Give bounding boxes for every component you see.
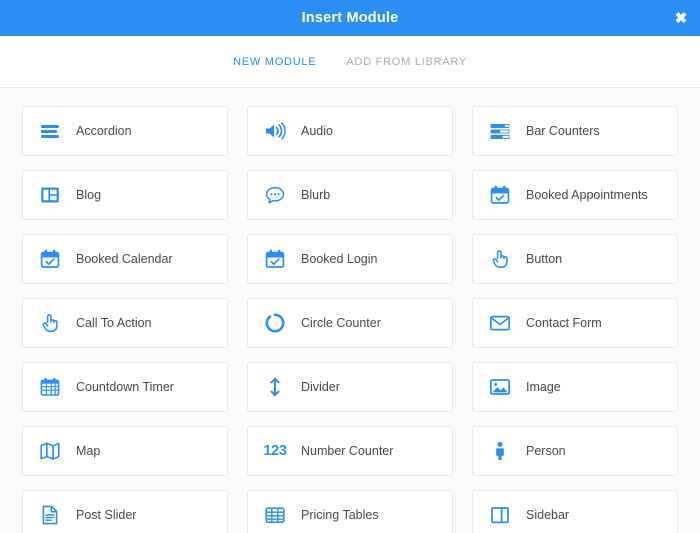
module-card[interactable]: Sidebar — [472, 490, 678, 533]
circle-counter-icon — [262, 310, 288, 336]
module-label: Countdown Timer — [76, 380, 174, 394]
module-card[interactable]: Countdown Timer — [22, 362, 228, 412]
map-icon — [37, 438, 63, 464]
document-icon — [37, 502, 63, 528]
person-icon — [487, 438, 513, 464]
module-list-panel: Accordion Audio Bar Counters Blog Blurb Booke… — [0, 88, 700, 533]
tab-new-module[interactable]: New Module — [231, 52, 318, 72]
calendar-check-icon — [487, 182, 513, 208]
blog-icon — [37, 182, 63, 208]
image-icon — [487, 374, 513, 400]
module-card[interactable]: Blurb — [247, 170, 453, 220]
module-card[interactable]: Pricing Tables — [247, 490, 453, 533]
module-label: Sidebar — [526, 508, 570, 522]
vertical-arrow-icon — [262, 374, 288, 400]
module-card[interactable]: Circle Counter — [247, 298, 453, 348]
module-card[interactable]: Contact Form — [472, 298, 678, 348]
module-label: Booked Login — [301, 252, 378, 266]
close-icon[interactable]: ✖ — [671, 8, 691, 28]
module-card[interactable]: Button — [472, 234, 678, 284]
dialog-title: Insert Module — [301, 10, 399, 26]
module-label: Pricing Tables — [301, 508, 379, 522]
module-label: Booked Appointments — [526, 188, 648, 202]
pointing-hand-icon — [37, 310, 63, 336]
module-label: Button — [526, 252, 563, 266]
module-label: Bar Counters — [526, 124, 600, 138]
module-label: Call To Action — [76, 316, 152, 330]
module-card[interactable]: Booked Calendar — [22, 234, 228, 284]
module-label: Image — [526, 380, 561, 394]
module-label: Number Counter — [301, 444, 394, 458]
calendar-check-icon — [37, 246, 63, 272]
calendar-check-icon — [262, 246, 288, 272]
audio-icon — [262, 118, 288, 144]
module-label: Accordion — [76, 124, 132, 138]
bar-counters-icon — [487, 118, 513, 144]
module-card[interactable]: Accordion — [22, 106, 228, 156]
module-card[interactable]: Image — [472, 362, 678, 412]
module-label: Blog — [76, 188, 102, 202]
module-label: Map — [76, 444, 101, 458]
module-card[interactable]: Person — [472, 426, 678, 476]
module-label: Booked Calendar — [76, 252, 173, 266]
blurb-icon — [262, 182, 288, 208]
module-card[interactable]: Booked Login — [247, 234, 453, 284]
number-counter-glyph: 123 — [263, 443, 287, 459]
pointing-hand-icon — [487, 246, 513, 272]
module-label: Audio — [301, 124, 333, 138]
module-card[interactable]: Call To Action — [22, 298, 228, 348]
tab-add-from-library[interactable]: Add From Library — [344, 52, 469, 72]
number-123-icon: 123 — [262, 438, 288, 464]
table-grid-icon — [262, 502, 288, 528]
module-card[interactable]: Divider — [247, 362, 453, 412]
module-label: Circle Counter — [301, 316, 381, 330]
module-label: Post Slider — [76, 508, 137, 522]
envelope-icon — [487, 310, 513, 336]
module-card[interactable]: Booked Appointments — [472, 170, 678, 220]
module-label: Person — [526, 444, 566, 458]
module-card[interactable]: Map — [22, 426, 228, 476]
module-label: Blurb — [301, 188, 331, 202]
module-card[interactable]: Post Slider — [22, 490, 228, 533]
accordion-icon — [37, 118, 63, 144]
insert-module-dialog: Insert Module ✖ New Module Add From Libra… — [0, 0, 700, 533]
module-card[interactable]: Bar Counters — [472, 106, 678, 156]
module-card[interactable]: 123 Number Counter — [247, 426, 453, 476]
module-label: Divider — [301, 380, 340, 394]
module-label: Contact Form — [526, 316, 602, 330]
tab-bar: New Module Add From Library — [0, 36, 700, 88]
dialog-titlebar: Insert Module ✖ — [0, 0, 700, 36]
calendar-grid-icon — [37, 374, 63, 400]
module-card[interactable]: Blog — [22, 170, 228, 220]
sidebar-columns-icon — [487, 502, 513, 528]
module-grid: Accordion Audio Bar Counters Blog Blurb Booke… — [22, 106, 678, 533]
module-card[interactable]: Audio — [247, 106, 453, 156]
